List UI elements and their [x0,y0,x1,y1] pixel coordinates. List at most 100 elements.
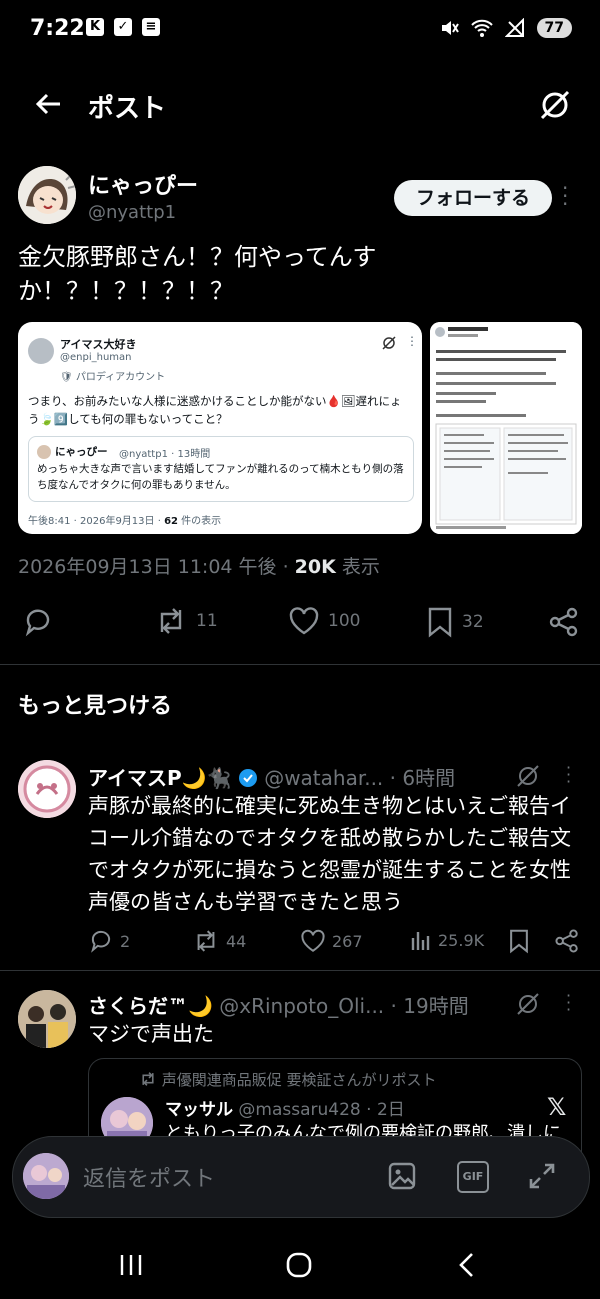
mute-icon [441,21,459,35]
repost-button[interactable]: 11 [154,606,218,636]
feed-bookmark-1[interactable] [508,928,530,954]
embedded-parody-text: パロディアカウント [75,372,166,383]
author-name[interactable]: にゃっぴー [88,168,198,200]
repost-count: 11 [196,611,218,631]
quote-repost-label: 声優関連商品販促 要検証さんがリポスト [139,1069,437,1090]
share-icon [549,607,578,637]
system-back-icon[interactable] [454,1250,480,1280]
bookmark-icon [428,607,452,638]
back-arrow-icon[interactable] [34,90,62,126]
feed-repost-1[interactable]: 44 [192,928,246,954]
tweet-image-1[interactable]: アイマス大好き @enpi_human 🛡 パロディアカウント ⋮ つまり、お前… [18,322,422,534]
expand-icon[interactable] [527,1161,557,1191]
x-logo-icon: 𝕏 [547,1093,567,1121]
reply-icon [91,930,111,953]
feed-header-2: さくらだ™🌙 @xRinpoto_Oli... · 19時間 [88,990,518,1019]
feed-like-count-1: 267 [332,931,363,951]
gif-icon[interactable]: GIF [457,1161,489,1193]
system-status: 77 [439,18,572,38]
status-time: 7:22 [30,16,85,41]
feed-name-2[interactable]: さくらだ™🌙 [88,994,213,1018]
feed-reply-1[interactable]: 2 [88,928,130,954]
page-title: ポスト [88,94,167,124]
embedded-avatar [28,338,54,364]
feed-views-1[interactable]: 25.9K [410,928,484,952]
composer-input[interactable]: 返信をポスト [83,1161,215,1193]
views-icon [411,932,430,950]
bookmark-button[interactable]: 32 [426,606,484,638]
reply-button[interactable] [22,606,54,638]
feed-avatar-1[interactable] [18,760,76,818]
embedded-more-icon: ⋮ [406,334,418,348]
feed-avatar-2[interactable] [18,990,76,1048]
embedded-quote-name: にゃっぴー [55,446,108,458]
system-nav-bar [0,1236,600,1299]
embedded-grok-icon [382,336,396,350]
embedded-name: アイマス大好き [60,338,137,351]
feed-views-count-1: 25.9K [438,930,485,950]
feed-more-icon-2[interactable]: · · · [566,988,571,1018]
author-avatar[interactable] [18,166,76,224]
composer-avatar [23,1153,69,1199]
divider [0,664,600,665]
divider [0,970,600,971]
recent-apps-icon[interactable] [118,1252,144,1278]
quote-header: マッサル @massaru428 · 2日 [165,1095,405,1120]
feed-like-1[interactable]: 267 [300,928,363,954]
feed-share-1[interactable] [554,928,580,954]
more-options-icon[interactable]: · · · [562,178,568,214]
tweet-image-2[interactable] [430,322,582,534]
embedded-quote-handle: @nyattp1 · 13時間 [119,449,211,460]
feed-text-1: 声豚が最終的に確実に死ぬ生き物とはいえご報告イコール介錯なのでオタクを舐め散らか… [88,794,571,914]
battery-indicator: 77 [536,18,572,38]
feed-time-2: · 19時間 [390,994,469,1018]
feed-handle-2[interactable]: @xRinpoto_Oli... [219,994,384,1018]
embedded-footer-count: 62 [164,516,178,527]
reply-composer[interactable]: 返信をポスト GIF [12,1136,590,1218]
image-icon[interactable] [387,1161,417,1191]
author-handle[interactable]: @nyattp1 [88,202,176,223]
embedded-footer: 午後8:41 · 2026年9月13日 · 62 件の表示 [28,512,221,527]
top-header: ポスト [0,76,600,136]
feed-name-1[interactable]: アイマスP🌙🐈‍⬛ [88,766,231,790]
embedded-parody-label: 🛡 パロディアカウント [60,372,166,383]
tweet-views-label: 表示 [335,556,380,578]
quote-handle: @massaru428 · 2日 [238,1100,405,1120]
repost-icon [142,1072,154,1086]
quote-name: マッサル [165,1100,233,1120]
embedded-handle: @enpi_human [60,352,132,363]
repost-icon [197,930,215,952]
stack-icon: ≡ [142,18,160,36]
follow-button[interactable]: フォローする [394,180,552,216]
reply-icon [25,609,50,637]
like-icon [301,929,325,952]
thumbnail-screenshot-graphic [430,322,582,534]
check-icon: ✓ [114,18,132,36]
repost-icon [160,608,182,634]
feed-grok-icon-2[interactable] [516,992,540,1016]
status-bar: 7:22 K ✓ ≡ 77 [0,0,600,62]
like-button[interactable]: 100 [288,606,360,636]
grok-icon[interactable] [538,88,572,126]
bookmark-icon [510,929,528,954]
feed-grok-icon-1[interactable] [516,764,540,788]
quote-repost-text: 声優関連商品販促 要検証さんがリポスト [161,1071,437,1089]
verified-badge-icon [238,769,257,787]
home-icon[interactable] [284,1250,314,1280]
embedded-quote-text: めっちゃ大きな声で言います結婚してファンが離れるのって楠木ともり側の落ち度なんで… [37,463,404,491]
tweet-text: 金欠豚野郎さん！？何やってんすか！？！？！？！？ [18,243,377,305]
embedded-footer-label: 件の表示 [178,516,222,527]
embedded-quote: にゃっぴー @nyattp1 · 13時間 めっちゃ大きな声で言います結婚してフ… [28,436,414,502]
share-button[interactable] [548,606,580,638]
like-icon [289,607,319,635]
feed-more-icon-1[interactable]: · · · [566,760,571,790]
like-count: 100 [328,611,361,631]
tweet-meta: 2026年09月13日 11:04 午後 · 20K 表示 [18,552,380,579]
wifi-icon [470,19,493,37]
feed-header-1: アイマスP🌙🐈‍⬛ @watahar... · 6時間 [88,762,558,791]
notification-icons: K ✓ ≡ [86,18,160,36]
embedded-footer-time: 午後8:41 · 2026年9月13日 · [28,516,165,527]
share-icon [555,929,578,953]
feed-handle-1[interactable]: @watahar... [264,766,383,790]
section-title: もっと見つける [18,694,173,719]
